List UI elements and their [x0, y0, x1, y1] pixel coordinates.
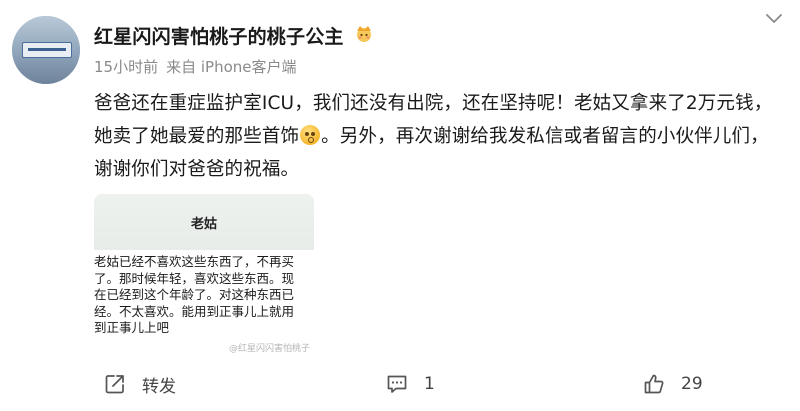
post-text: 爸爸还在重症监护室ICU，我们还没有出院，还在坚持呢！老姑又拿来了2万元钱，她卖…	[94, 87, 774, 186]
post-image-card[interactable]: 老姑 老姑已经不喜欢这些东西了，不再买了。那时候年轻，喜欢这些东西。现在已经到这…	[94, 194, 314, 358]
like-count: 29	[681, 374, 703, 394]
like-button[interactable]: 29	[643, 366, 703, 402]
image-watermark: @红星闪闪害怕桃子	[228, 344, 310, 354]
sad-face-emoji-icon	[300, 125, 321, 145]
chat-message-area: 老姑已经不喜欢这些东西了，不再买了。那时候年轻，喜欢这些东西。现在已经到这个年龄…	[94, 250, 314, 358]
repost-label: 转发	[142, 376, 176, 397]
avatar[interactable]	[12, 16, 80, 84]
avatar-plate-image	[22, 42, 72, 58]
thumbs-up-icon	[644, 374, 664, 394]
post-time[interactable]: 15小时前	[94, 58, 158, 76]
chevron-down-icon[interactable]	[766, 14, 782, 24]
comment-button[interactable]: 1	[386, 366, 435, 402]
comment-count: 1	[424, 374, 435, 394]
post-meta: 15小时前 来自 iPhone客户端	[94, 56, 297, 77]
action-bar: 转发 1 29	[0, 366, 800, 402]
share-icon	[105, 375, 124, 394]
repost-button[interactable]: 转发	[104, 366, 176, 402]
comment-icon	[387, 375, 407, 393]
username[interactable]: 红星闪闪害怕桃子的桃子公主	[94, 22, 344, 49]
chat-message: 老姑已经不喜欢这些东西了，不再买了。那时候年轻，喜欢这些东西。现在已经到这个年龄…	[94, 254, 295, 336]
crown-emoji-icon	[357, 26, 371, 42]
post-source: 来自 iPhone客户端	[166, 58, 297, 76]
chat-title: 老姑	[94, 194, 314, 250]
